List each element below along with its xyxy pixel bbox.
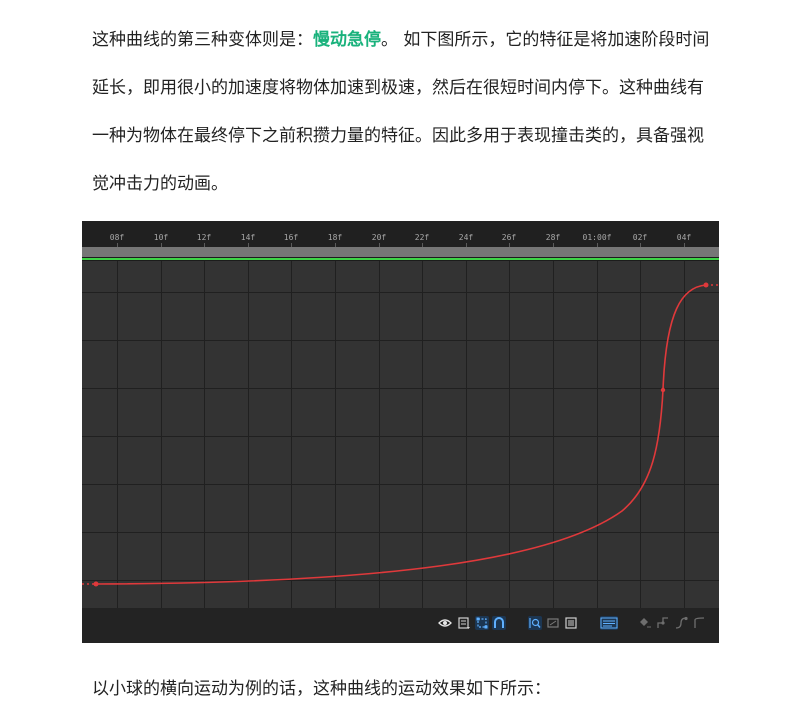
auto-zoom-icon[interactable] [564, 616, 578, 630]
fit-selection-icon[interactable] [528, 616, 542, 630]
outro-paragraph: 以小球的横向运动为例的话，这种曲线的运动效果如下所示： [92, 679, 551, 699]
ruler-label-02f: 02f [632, 233, 648, 242]
ruler-label-22f: 22f [414, 233, 430, 242]
snap-icon[interactable] [492, 616, 506, 630]
highlight-slow-fast-stop: 慢动急停 [313, 30, 381, 50]
ruler-label-12f: 12f [196, 233, 212, 242]
mid-keyframe[interactable] [660, 387, 666, 393]
timeline-scrollbar[interactable] [82, 247, 719, 257]
ruler-label-01-00f: 01:00f [582, 233, 612, 242]
work-area-indicator [82, 258, 719, 260]
ruler-label-16f: 16f [283, 233, 299, 242]
eye-icon[interactable] [438, 616, 452, 630]
intro-text-after: 。 如下图所示，它的特征是将加速阶段时间延长，即用很小的加速度将物体加速到极速，… [92, 30, 710, 194]
ruler-label-26f: 26f [501, 233, 517, 242]
end-keyframe[interactable] [703, 282, 709, 288]
intro-text-before: 这种曲线的第三种变体则是： [92, 30, 313, 50]
ruler-label-18f: 18f [327, 233, 343, 242]
transform-box-icon[interactable] [475, 616, 489, 630]
convert-hold-icon[interactable] [656, 616, 670, 630]
value-graph[interactable] [82, 261, 719, 608]
graph-editor: 08f 10f 12f 14f 16f 18f 20f 22f 24f 26f … [82, 221, 719, 643]
easy-ease-in-icon[interactable] [692, 616, 706, 630]
easy-ease-icon[interactable] [674, 616, 688, 630]
animation-curve[interactable] [82, 282, 719, 587]
ruler-label-28f: 28f [545, 233, 561, 242]
ruler-label-04f: 04f [676, 233, 692, 242]
ruler-label-24f: 24f [458, 233, 474, 242]
fit-all-icon[interactable] [546, 616, 560, 630]
convert-keyframe-icon[interactable] [638, 616, 652, 630]
ruler-label-20f: 20f [371, 233, 387, 242]
graph-editor-toolbar [82, 608, 719, 643]
graph-type-icon[interactable] [457, 616, 471, 630]
edit-graph-icon[interactable] [600, 616, 618, 630]
ruler-label-14f: 14f [240, 233, 256, 242]
intro-paragraph: 这种曲线的第三种变体则是：慢动急停。 如下图所示，它的特征是将加速阶段时间延长，… [92, 16, 712, 208]
ruler-label-08f: 08f [109, 233, 125, 242]
time-ruler[interactable]: 08f 10f 12f 14f 16f 18f 20f 22f 24f 26f … [82, 221, 719, 247]
ruler-label-10f: 10f [153, 233, 169, 242]
start-keyframe[interactable] [93, 581, 99, 587]
